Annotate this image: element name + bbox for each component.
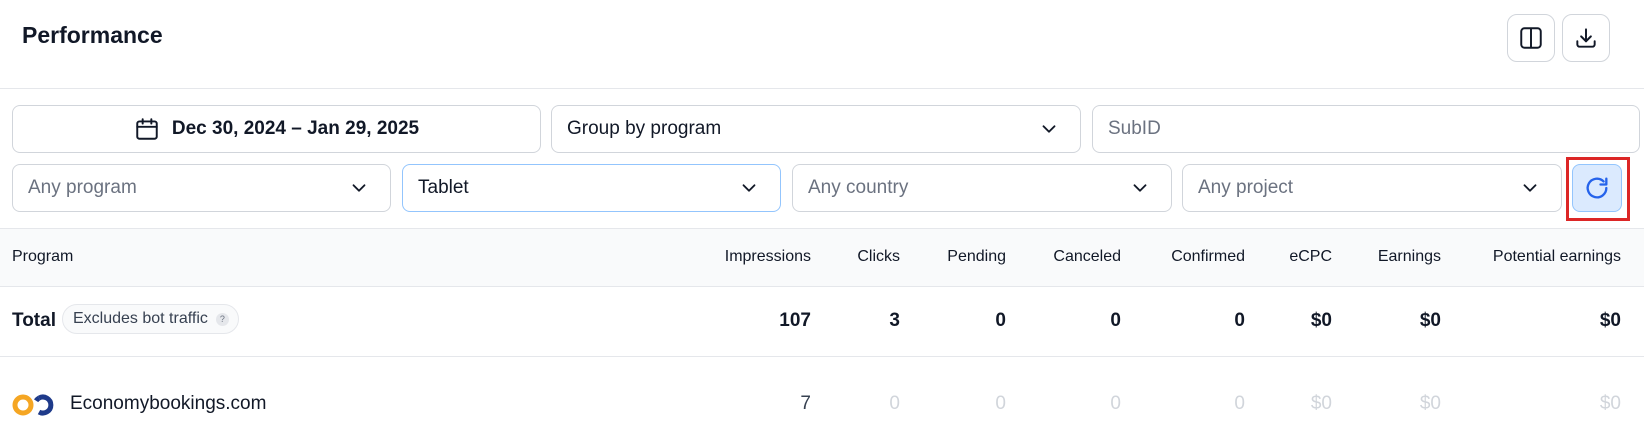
total-label: Total: [12, 310, 56, 331]
table-row-total: Total Excludes bot traffic ? 107 3 0 0 0…: [0, 287, 1644, 357]
date-range-label: Dec 30, 2024 – Jan 29, 2025: [171, 118, 420, 139]
subid-input[interactable]: [1092, 105, 1640, 153]
program-name[interactable]: Economybookings.com: [70, 393, 266, 415]
row-clicks: 0: [889, 393, 900, 414]
chevron-down-icon: [1133, 184, 1147, 192]
chevron-down-icon: [742, 184, 756, 192]
calendar-icon: [136, 118, 158, 140]
help-icon[interactable]: ?: [215, 312, 229, 326]
total-potential-earnings: $0: [1599, 310, 1621, 331]
chevron-down-icon: [1523, 184, 1537, 192]
column-header-potential-earnings[interactable]: Potential earnings: [1493, 248, 1621, 266]
chevron-down-icon: [1042, 125, 1056, 133]
total-ecpc: $0: [1310, 310, 1332, 331]
download-button[interactable]: [1562, 14, 1610, 62]
total-pending: 0: [995, 310, 1006, 331]
device-select-value: Tablet: [418, 177, 469, 198]
column-header-pending[interactable]: Pending: [947, 248, 1006, 266]
row-earnings: $0: [1419, 393, 1441, 414]
row-potential-earnings: $0: [1599, 393, 1621, 414]
program-select-placeholder: Any program: [28, 177, 137, 198]
refresh-icon: [1586, 177, 1608, 199]
row-canceled: 0: [1110, 393, 1121, 414]
page-header: Performance: [0, 0, 1644, 89]
total-earnings: $0: [1419, 310, 1441, 331]
total-canceled: 0: [1110, 310, 1121, 331]
bot-traffic-badge-label: Excludes bot traffic: [73, 310, 208, 327]
device-select[interactable]: Tablet: [402, 164, 781, 212]
date-range-picker[interactable]: Dec 30, 2024 – Jan 29, 2025: [12, 105, 541, 153]
column-header-confirmed[interactable]: Confirmed: [1171, 248, 1245, 266]
group-by-select[interactable]: Group by program: [551, 105, 1081, 153]
group-by-value: Group by program: [567, 118, 722, 139]
column-header-earnings[interactable]: Earnings: [1378, 248, 1441, 266]
columns-icon: [1520, 27, 1542, 49]
row-pending: 0: [995, 393, 1006, 414]
program-select[interactable]: Any program: [12, 164, 391, 212]
column-header-impressions[interactable]: Impressions: [725, 248, 811, 266]
country-select-placeholder: Any country: [808, 177, 909, 198]
total-impressions: 107: [779, 310, 811, 331]
columns-toggle-button[interactable]: [1507, 14, 1555, 62]
economybookings-logo: [12, 394, 54, 416]
column-header-canceled[interactable]: Canceled: [1053, 248, 1121, 266]
page-title: Performance: [22, 22, 163, 48]
row-confirmed: 0: [1234, 393, 1245, 414]
project-select[interactable]: Any project: [1182, 164, 1562, 212]
bot-traffic-badge: Excludes bot traffic ?: [62, 304, 239, 334]
project-select-placeholder: Any project: [1198, 177, 1294, 198]
country-select[interactable]: Any country: [792, 164, 1172, 212]
refresh-button[interactable]: [1572, 164, 1622, 212]
table-header: Program Impressions Clicks Pending Cance…: [0, 228, 1644, 287]
total-confirmed: 0: [1234, 310, 1245, 331]
table-row[interactable]: Economybookings.com 7 0 0 0 0 $0 $0 $0: [0, 357, 1644, 448]
download-icon: [1576, 28, 1596, 48]
chevron-down-icon: [352, 184, 366, 192]
column-header-clicks[interactable]: Clicks: [857, 248, 900, 266]
total-clicks: 3: [889, 310, 900, 331]
row-ecpc: $0: [1310, 393, 1332, 414]
column-header-ecpc[interactable]: eCPC: [1289, 248, 1332, 266]
row-impressions: 7: [800, 393, 811, 414]
column-header-program[interactable]: Program: [12, 248, 73, 266]
